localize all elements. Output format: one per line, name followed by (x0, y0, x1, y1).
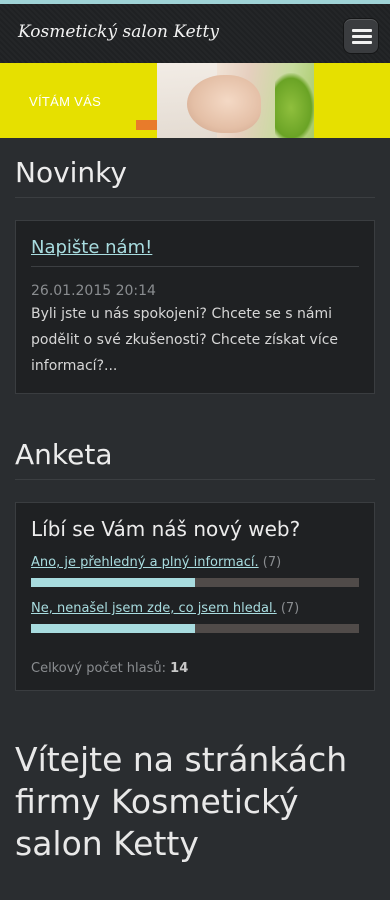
poll-option: Ne, nenašel jsem zde, co jsem hledal. (7… (31, 601, 359, 616)
main-content: Novinky Napište nám! 26.01.2015 20:14 By… (0, 156, 390, 865)
poll-option-bar-fill (31, 578, 195, 587)
news-box: Napište nám! 26.01.2015 20:14 Byli jste … (15, 220, 375, 394)
poll-question: Líbí se Vám náš nový web? (31, 517, 301, 541)
poll-total: Celkový počet hlasů: 14 (31, 661, 359, 676)
news-divider (31, 266, 359, 267)
banner-photo (157, 63, 314, 138)
welcome-heading: Vítejte na stránkách firmy Kosmetický sa… (15, 740, 348, 863)
menu-button[interactable] (343, 18, 379, 54)
hamburger-menu-icon (352, 29, 372, 32)
banner-photo-face (187, 75, 261, 133)
poll-total-value: 14 (170, 661, 189, 676)
poll-option-link[interactable]: Ne, nenašel jsem zde, co jsem hledal. (31, 601, 277, 616)
banner-accent-mark (136, 120, 157, 130)
poll-option: Ano, je přehledný a plný informací. (7) (31, 555, 359, 570)
poll-option-count: (7) (262, 555, 282, 570)
poll-option-count: (7) (280, 601, 300, 616)
poll-option-bar (31, 578, 359, 587)
poll-option-bar (31, 624, 359, 633)
news-item-date: 26.01.2015 20:14 (31, 283, 156, 299)
poll-option-bar-fill (31, 624, 195, 633)
hamburger-menu-icon-bar (352, 35, 372, 38)
hamburger-menu-icon-bar (352, 41, 372, 44)
site-title[interactable]: Kosmetický salon Ketty (18, 22, 219, 42)
site-header: Kosmetický salon Ketty (0, 4, 390, 63)
welcome-banner: VÍTÁM VÁS (0, 63, 390, 138)
poll-box: Líbí se Vám náš nový web? Ano, je přehle… (15, 502, 375, 691)
news-item-text: Byli jste u nás spokojeni? Chcete se s n… (31, 306, 339, 374)
banner-photo-leaf (275, 73, 314, 138)
poll-option-link[interactable]: Ano, je přehledný a plný informací. (31, 555, 259, 570)
poll-section-title: Anketa (15, 438, 375, 480)
news-section-title: Novinky (15, 156, 375, 198)
poll-total-label: Celkový počet hlasů: (31, 661, 167, 676)
news-item-link[interactable]: Napište nám! (31, 237, 152, 258)
banner-text: VÍTÁM VÁS (29, 94, 102, 109)
